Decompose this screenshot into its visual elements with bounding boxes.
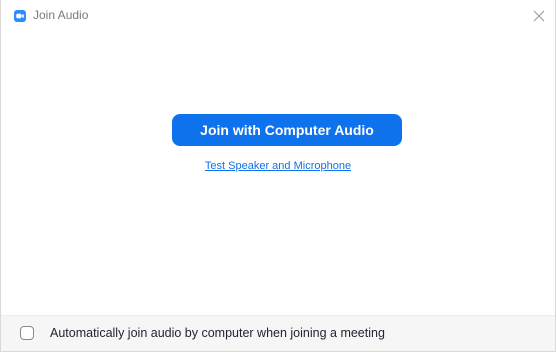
join-with-computer-audio-button[interactable]: Join with Computer Audio <box>172 114 402 146</box>
close-icon[interactable] <box>531 8 547 24</box>
auto-join-audio-label[interactable]: Automatically join audio by computer whe… <box>50 326 385 340</box>
test-speaker-and-microphone-link[interactable]: Test Speaker and Microphone <box>1 160 555 172</box>
title-bar: Join Audio <box>1 0 555 30</box>
zoom-app-icon <box>14 10 26 22</box>
join-audio-dialog: Join Audio Join with Computer Audio Test… <box>0 0 556 352</box>
footer-bar: Automatically join audio by computer whe… <box>1 315 555 351</box>
auto-join-audio-checkbox[interactable] <box>20 326 34 340</box>
window-title: Join Audio <box>33 8 89 22</box>
